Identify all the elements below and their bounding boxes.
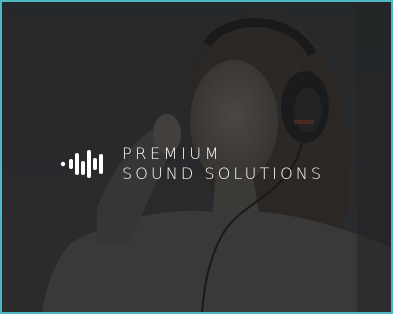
brand-line-sound-solutions: SOUND SOLUTIONS — [122, 164, 325, 183]
brand-wordmark: PREMIUM SOUND SOLUTIONS — [122, 146, 324, 182]
sound-wave-icon — [60, 150, 103, 178]
brand-logo: PREMIUM SOUND SOLUTIONS — [60, 146, 324, 182]
hero-banner: PREMIUM SOUND SOLUTIONS — [0, 0, 393, 314]
brand-line-premium: PREMIUM — [122, 144, 223, 163]
